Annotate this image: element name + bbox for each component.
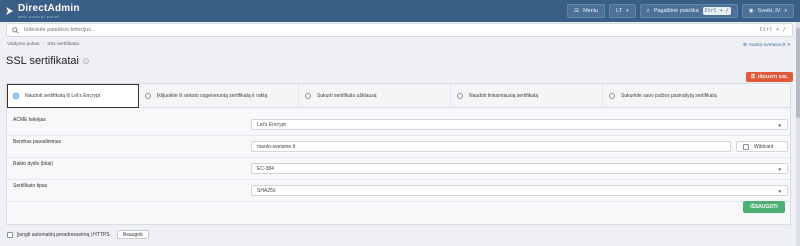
redirect-save-button[interactable]: Išsaugoti xyxy=(116,230,149,239)
top-navigation-bar: DirectAdmin web control panel ☰ Meniu LT… xyxy=(0,0,800,22)
breadcrumb-separator: › xyxy=(42,42,45,47)
domain-link[interactable]: ⊕ manto-svetaine.lt ▾ xyxy=(743,42,790,48)
https-redirect-row: Įjungti automatinį peradresavimą į HTTPS… xyxy=(7,230,149,239)
global-search-bar: Ctrl + / xyxy=(6,23,793,37)
chevron-down-icon: ▾ xyxy=(784,8,787,14)
app-tagline: web control panel xyxy=(18,13,60,19)
key-size-row: Rakto dydis (bitai) EC-384 ▼ xyxy=(7,158,790,180)
page-title-text: SSL sertifikatai xyxy=(6,55,79,67)
tab-label: Įklijuokite iš anksto sugeneruotą sertif… xyxy=(157,92,268,99)
language-label: LT xyxy=(616,8,623,14)
chevron-down-icon: ▼ xyxy=(777,189,782,194)
help-icon[interactable]: ? xyxy=(83,58,89,64)
issue-ssl-label: IŠDUOTI SSL xyxy=(757,74,788,80)
directadmin-logo-icon xyxy=(6,7,13,15)
domain-icon: ⊕ xyxy=(742,42,747,48)
https-redirect-checkbox[interactable] xyxy=(7,231,13,238)
scrollbar-thumb[interactable] xyxy=(796,28,800,118)
chevron-down-icon: ▼ xyxy=(777,167,782,172)
tab-best-certificate[interactable]: Naudoti tinkamiausią sertifikatą xyxy=(451,84,603,108)
help-shortcut: Ctrl + / xyxy=(702,7,731,15)
certificate-source-tabs: Naudoti sertifikatą iš Let's Encrypt Įkl… xyxy=(7,84,790,108)
page-scrollbar[interactable] xyxy=(796,22,800,246)
radio-button[interactable] xyxy=(305,93,311,99)
chevron-down-icon: ▾ xyxy=(626,8,629,14)
chevron-down-icon: ▾ xyxy=(787,42,790,48)
key-size-value: EC-384 xyxy=(257,165,274,172)
radio-button[interactable] xyxy=(13,93,19,99)
common-name-label: Bendras pavadinimas xyxy=(13,139,62,145)
app-name: DirectAdmin xyxy=(18,2,80,14)
domain-label: manto-svetaine.lt xyxy=(748,42,786,48)
certificate-type-row: Sertifikato tipas SHA256 ▼ xyxy=(7,180,790,202)
radio-button[interactable] xyxy=(145,93,151,99)
search-icon xyxy=(12,26,19,34)
chevron-down-icon: ▼ xyxy=(777,123,782,128)
breadcrumb: Valdymo pultas › SSL sertifikatai xyxy=(7,42,79,47)
wildcard-checkbox[interactable] xyxy=(743,143,749,150)
radio-button[interactable] xyxy=(609,93,615,99)
page-title: SSL sertifikatai ? xyxy=(6,55,89,67)
svg-text:?: ? xyxy=(85,59,87,63)
tab-paste-certificate[interactable]: Įklijuokite iš anksto sugeneruotą sertif… xyxy=(139,84,299,108)
app-logo[interactable]: DirectAdmin web control panel xyxy=(5,2,80,19)
wildcard-label: Wildcard xyxy=(754,143,774,150)
breadcrumb-current: SSL sertifikatai xyxy=(47,42,79,47)
certificate-type-label: Sertifikato tipas xyxy=(13,183,48,189)
radio-button[interactable] xyxy=(457,93,463,99)
key-size-select[interactable]: EC-384 ▼ xyxy=(251,163,788,174)
key-icon: ⚿ xyxy=(751,75,755,80)
common-name-value: manto-svetaine.lt xyxy=(257,143,296,150)
user-greeting: Sveiki, IV xyxy=(757,8,781,14)
menu-label: Meniu xyxy=(583,8,599,14)
key-size-label: Rakto dydis (bitai) xyxy=(13,161,54,167)
search-icon: ⌕ xyxy=(646,7,650,14)
certificate-type-value: SHA256 xyxy=(257,187,276,194)
tab-label: Sukurkite savo pačios pasirašytą sertifi… xyxy=(621,92,717,99)
search-input[interactable] xyxy=(24,27,760,33)
search-shortcut: Ctrl + / xyxy=(759,27,787,33)
tab-lets-encrypt[interactable]: Naudoti sertifikatą iš Let's Encrypt xyxy=(7,84,139,108)
issue-ssl-button[interactable]: ⚿ IŠDUOTI SSL xyxy=(746,72,793,82)
common-name-input[interactable]: manto-svetaine.lt xyxy=(251,141,731,152)
menu-button[interactable]: ☰ Meniu xyxy=(567,4,606,18)
acme-provider-value: Let's Encrypt xyxy=(257,121,286,128)
help-search-label: Pagalbinė paieška xyxy=(653,8,699,14)
ssl-panel: Naudoti sertifikatą iš Let's Encrypt Įkl… xyxy=(6,83,791,225)
tab-self-signed[interactable]: Sukurkite savo pačios pasirašytą sertifi… xyxy=(603,84,790,108)
help-search-button[interactable]: ⌕ Pagalbinė paieška Ctrl + / xyxy=(639,4,738,18)
user-icon: ◉ xyxy=(748,8,754,14)
acme-provider-select[interactable]: Let's Encrypt ▼ xyxy=(251,119,788,130)
tab-label: Naudoti tinkamiausią sertifikatą xyxy=(469,92,539,99)
menu-icon: ☰ xyxy=(574,8,580,14)
acme-provider-label: ACME teikėjas xyxy=(13,117,46,123)
user-menu-button[interactable]: ◉ Sveiki, IV ▾ xyxy=(741,4,794,18)
common-name-row: Bendras pavadinimas manto-svetaine.lt Wi… xyxy=(7,136,790,158)
acme-provider-row: ACME teikėjas Let's Encrypt ▼ xyxy=(7,114,790,136)
breadcrumb-dashboard[interactable]: Valdymo pultas xyxy=(7,42,39,47)
certificate-type-select[interactable]: SHA256 ▼ xyxy=(251,185,788,196)
language-selector[interactable]: LT ▾ xyxy=(609,4,636,18)
tab-label: Sukurti sertifikato užklausą xyxy=(317,92,377,99)
https-redirect-label: Įjungti automatinį peradresavimą į HTTPS xyxy=(17,231,110,238)
tab-create-request[interactable]: Sukurti sertifikato užklausą xyxy=(299,84,451,108)
wildcard-toggle[interactable]: Wildcard xyxy=(736,141,788,152)
tab-label: Naudoti sertifikatą iš Let's Encrypt xyxy=(25,92,101,99)
save-button[interactable]: IŠSAUGOTI xyxy=(743,201,785,213)
